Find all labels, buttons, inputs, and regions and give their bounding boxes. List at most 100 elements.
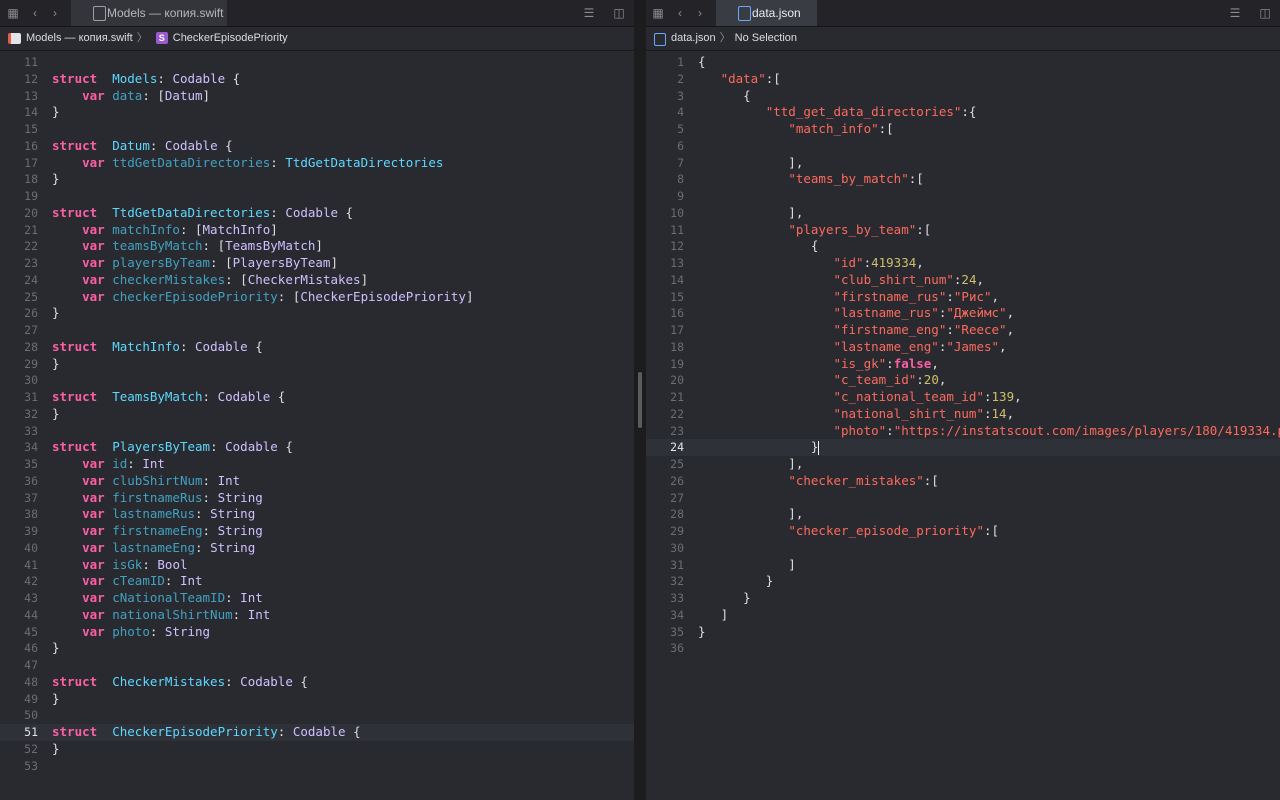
code-line[interactable]: 16 struct Datum: Codable { xyxy=(0,138,634,155)
code-line[interactable]: 43 var cNationalTeamID: Int xyxy=(0,590,634,607)
code-line[interactable]: 29} xyxy=(0,356,634,373)
code-line[interactable]: 47 xyxy=(0,657,634,674)
code-line[interactable]: 3 { xyxy=(646,88,1280,105)
code-line[interactable]: 15 xyxy=(0,121,634,138)
code-line[interactable]: 19 "is_gk":false, xyxy=(646,356,1280,373)
code-line[interactable]: 34 struct PlayersByTeam: Codable { xyxy=(0,439,634,456)
breadcrumb-selection[interactable]: No Selection xyxy=(735,27,797,50)
code-line[interactable]: 42 var cTeamID: Int xyxy=(0,573,634,590)
breadcrumb-file[interactable]: Models — копия.swift xyxy=(26,27,133,50)
split-editor-icon[interactable]: ◫ xyxy=(609,3,629,23)
code-line[interactable]: 31 ] xyxy=(646,557,1280,574)
code-line[interactable]: 32 } xyxy=(646,573,1280,590)
code-line[interactable]: 7 ], xyxy=(646,155,1280,172)
code-line[interactable]: 27 xyxy=(646,490,1280,507)
code-line[interactable]: 25 ], xyxy=(646,456,1280,473)
code-line[interactable]: 52} xyxy=(0,741,634,758)
grid-icon[interactable]: ▦ xyxy=(3,3,23,23)
code-line[interactable]: 24 var checkerMistakes: [CheckerMistakes… xyxy=(0,272,634,289)
tab-data-json[interactable]: data.json xyxy=(716,0,817,26)
code-line[interactable]: 29 "checker_episode_priority":[ xyxy=(646,523,1280,540)
code-line[interactable]: 23 var playersByTeam: [PlayersByTeam] xyxy=(0,255,634,272)
code-line[interactable]: 50 xyxy=(0,707,634,724)
code-line[interactable]: 28 ], xyxy=(646,506,1280,523)
code-line[interactable]: 10 ], xyxy=(646,205,1280,222)
split-divider[interactable] xyxy=(634,0,646,800)
code-line[interactable]: 25 var checkerEpisodePriority: [CheckerE… xyxy=(0,289,634,306)
code-line[interactable]: 14 "club_shirt_num":24, xyxy=(646,272,1280,289)
code-line[interactable]: 16 "lastname_rus":"Джеймс", xyxy=(646,305,1280,322)
forward-icon[interactable]: › xyxy=(45,3,65,23)
code-line[interactable]: 22 var teamsByMatch: [TeamsByMatch] xyxy=(0,238,634,255)
code-line[interactable]: 12 struct Models: Codable { xyxy=(0,71,634,88)
code-line[interactable]: 39 var firstnameEng: String xyxy=(0,523,634,540)
code-line[interactable]: 36 var clubShirtNum: Int xyxy=(0,473,634,490)
code-line[interactable]: 13 var data: [Datum] xyxy=(0,88,634,105)
code-line[interactable]: 45 var photo: String xyxy=(0,624,634,641)
code-line[interactable]: 26} xyxy=(0,305,634,322)
tab-models-swift[interactable]: Models — копия.swift xyxy=(71,0,227,26)
code-line[interactable]: 9 xyxy=(646,188,1280,205)
code-line[interactable]: 34 ] xyxy=(646,607,1280,624)
code-line[interactable]: 11 xyxy=(0,54,634,71)
code-line[interactable]: 8 "teams_by_match":[ xyxy=(646,171,1280,188)
code-line[interactable]: 20 "c_team_id":20, xyxy=(646,372,1280,389)
code-line[interactable]: 31 struct TeamsByMatch: Codable { xyxy=(0,389,634,406)
code-line[interactable]: 22 "national_shirt_num":14, xyxy=(646,406,1280,423)
code-line[interactable]: 28 struct MatchInfo: Codable { xyxy=(0,339,634,356)
adjust-editor-options-icon[interactable]: ☰ xyxy=(1225,3,1245,23)
code-line[interactable]: 17 var ttdGetDataDirectories: TtdGetData… xyxy=(0,155,634,172)
code-line[interactable]: 14} xyxy=(0,104,634,121)
adjust-editor-options-icon[interactable]: ☰ xyxy=(579,3,599,23)
code-editor[interactable]: 1{2 "data":[3 {4 "ttd_get_data_directori… xyxy=(646,54,1280,657)
code-line[interactable]: 32} xyxy=(0,406,634,423)
code-line[interactable]: 24 } xyxy=(646,439,1280,456)
code-line[interactable]: 13 "id":419334, xyxy=(646,255,1280,272)
code-line[interactable]: 26 "checker_mistakes":[ xyxy=(646,473,1280,490)
code-line[interactable]: 20 struct TtdGetDataDirectories: Codable … xyxy=(0,205,634,222)
code-line[interactable]: 1{ xyxy=(646,54,1280,71)
code-line[interactable]: 40 var lastnameEng: String xyxy=(0,540,634,557)
code-line[interactable]: 53 xyxy=(0,758,634,775)
line-number: 47 xyxy=(24,658,38,672)
grid-icon[interactable]: ▦ xyxy=(648,3,668,23)
code-line[interactable]: 23 "photo":"https://instatscout.com/imag… xyxy=(646,423,1280,440)
code-line[interactable]: 17 "firstname_eng":"Reece", xyxy=(646,322,1280,339)
code-line[interactable]: 46} xyxy=(0,640,634,657)
code-line[interactable]: 15 "firstname_rus":"Рис", xyxy=(646,289,1280,306)
code-line[interactable]: 33 } xyxy=(646,590,1280,607)
back-icon[interactable]: ‹ xyxy=(670,3,690,23)
code-line[interactable]: 12 { xyxy=(646,238,1280,255)
code-editor[interactable]: 11 12 struct Models: Codable {13 var data:… xyxy=(0,54,634,774)
code-line[interactable]: 30 xyxy=(646,540,1280,557)
code-line[interactable]: 44 var nationalShirtNum: Int xyxy=(0,607,634,624)
code-line[interactable]: 4 "ttd_get_data_directories":{ xyxy=(646,104,1280,121)
code-line[interactable]: 37 var firstnameRus: String xyxy=(0,490,634,507)
code-line[interactable]: 41 var isGk: Bool xyxy=(0,557,634,574)
code-line[interactable]: 30 xyxy=(0,372,634,389)
forward-icon[interactable]: › xyxy=(690,3,710,23)
code-line[interactable]: 49} xyxy=(0,691,634,708)
code-line[interactable]: 36 xyxy=(646,640,1280,657)
code-line[interactable]: 19 xyxy=(0,188,634,205)
code-line[interactable]: 5 "match_info":[ xyxy=(646,121,1280,138)
code-line[interactable]: 21 "c_national_team_id":139, xyxy=(646,389,1280,406)
code-line[interactable]: 21 var matchInfo: [MatchInfo] xyxy=(0,222,634,239)
code-line[interactable]: 11 "players_by_team":[ xyxy=(646,222,1280,239)
code-line[interactable]: 38 var lastnameRus: String xyxy=(0,506,634,523)
code-line[interactable]: 51 struct CheckerEpisodePriority: Codable… xyxy=(0,724,634,741)
code-line[interactable]: 18 "lastname_eng":"James", xyxy=(646,339,1280,356)
code-line[interactable]: 48 struct CheckerMistakes: Codable { xyxy=(0,674,634,691)
code-line[interactable]: 33 xyxy=(0,423,634,440)
split-editor-icon[interactable]: ◫ xyxy=(1255,3,1275,23)
divider-handle[interactable] xyxy=(638,372,642,428)
code-line[interactable]: 35 var id: Int xyxy=(0,456,634,473)
code-line[interactable]: 18} xyxy=(0,171,634,188)
code-line[interactable]: 27 xyxy=(0,322,634,339)
code-line[interactable]: 6 xyxy=(646,138,1280,155)
code-line[interactable]: 35} xyxy=(646,624,1280,641)
breadcrumb-file[interactable]: data.json xyxy=(671,27,716,50)
code-line[interactable]: 2 "data":[ xyxy=(646,71,1280,88)
back-icon[interactable]: ‹ xyxy=(25,3,45,23)
breadcrumb-symbol[interactable]: CheckerEpisodePriority xyxy=(173,27,288,50)
